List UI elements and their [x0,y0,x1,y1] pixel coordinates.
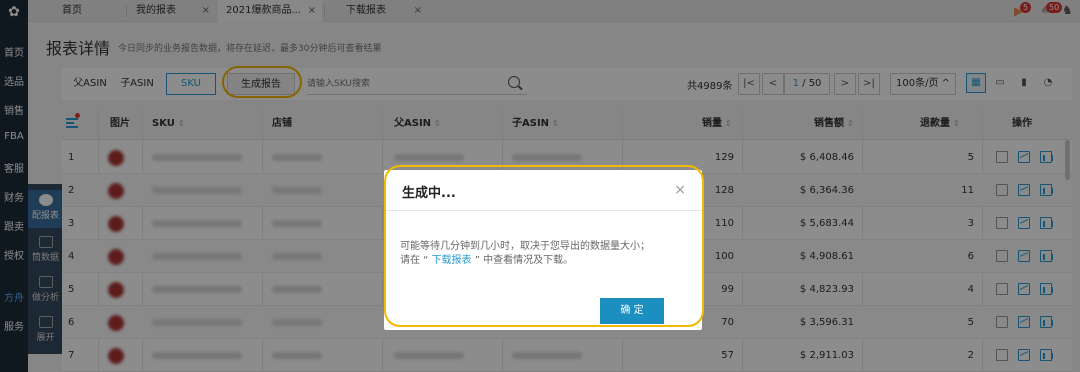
highlight-ring [384,165,704,327]
